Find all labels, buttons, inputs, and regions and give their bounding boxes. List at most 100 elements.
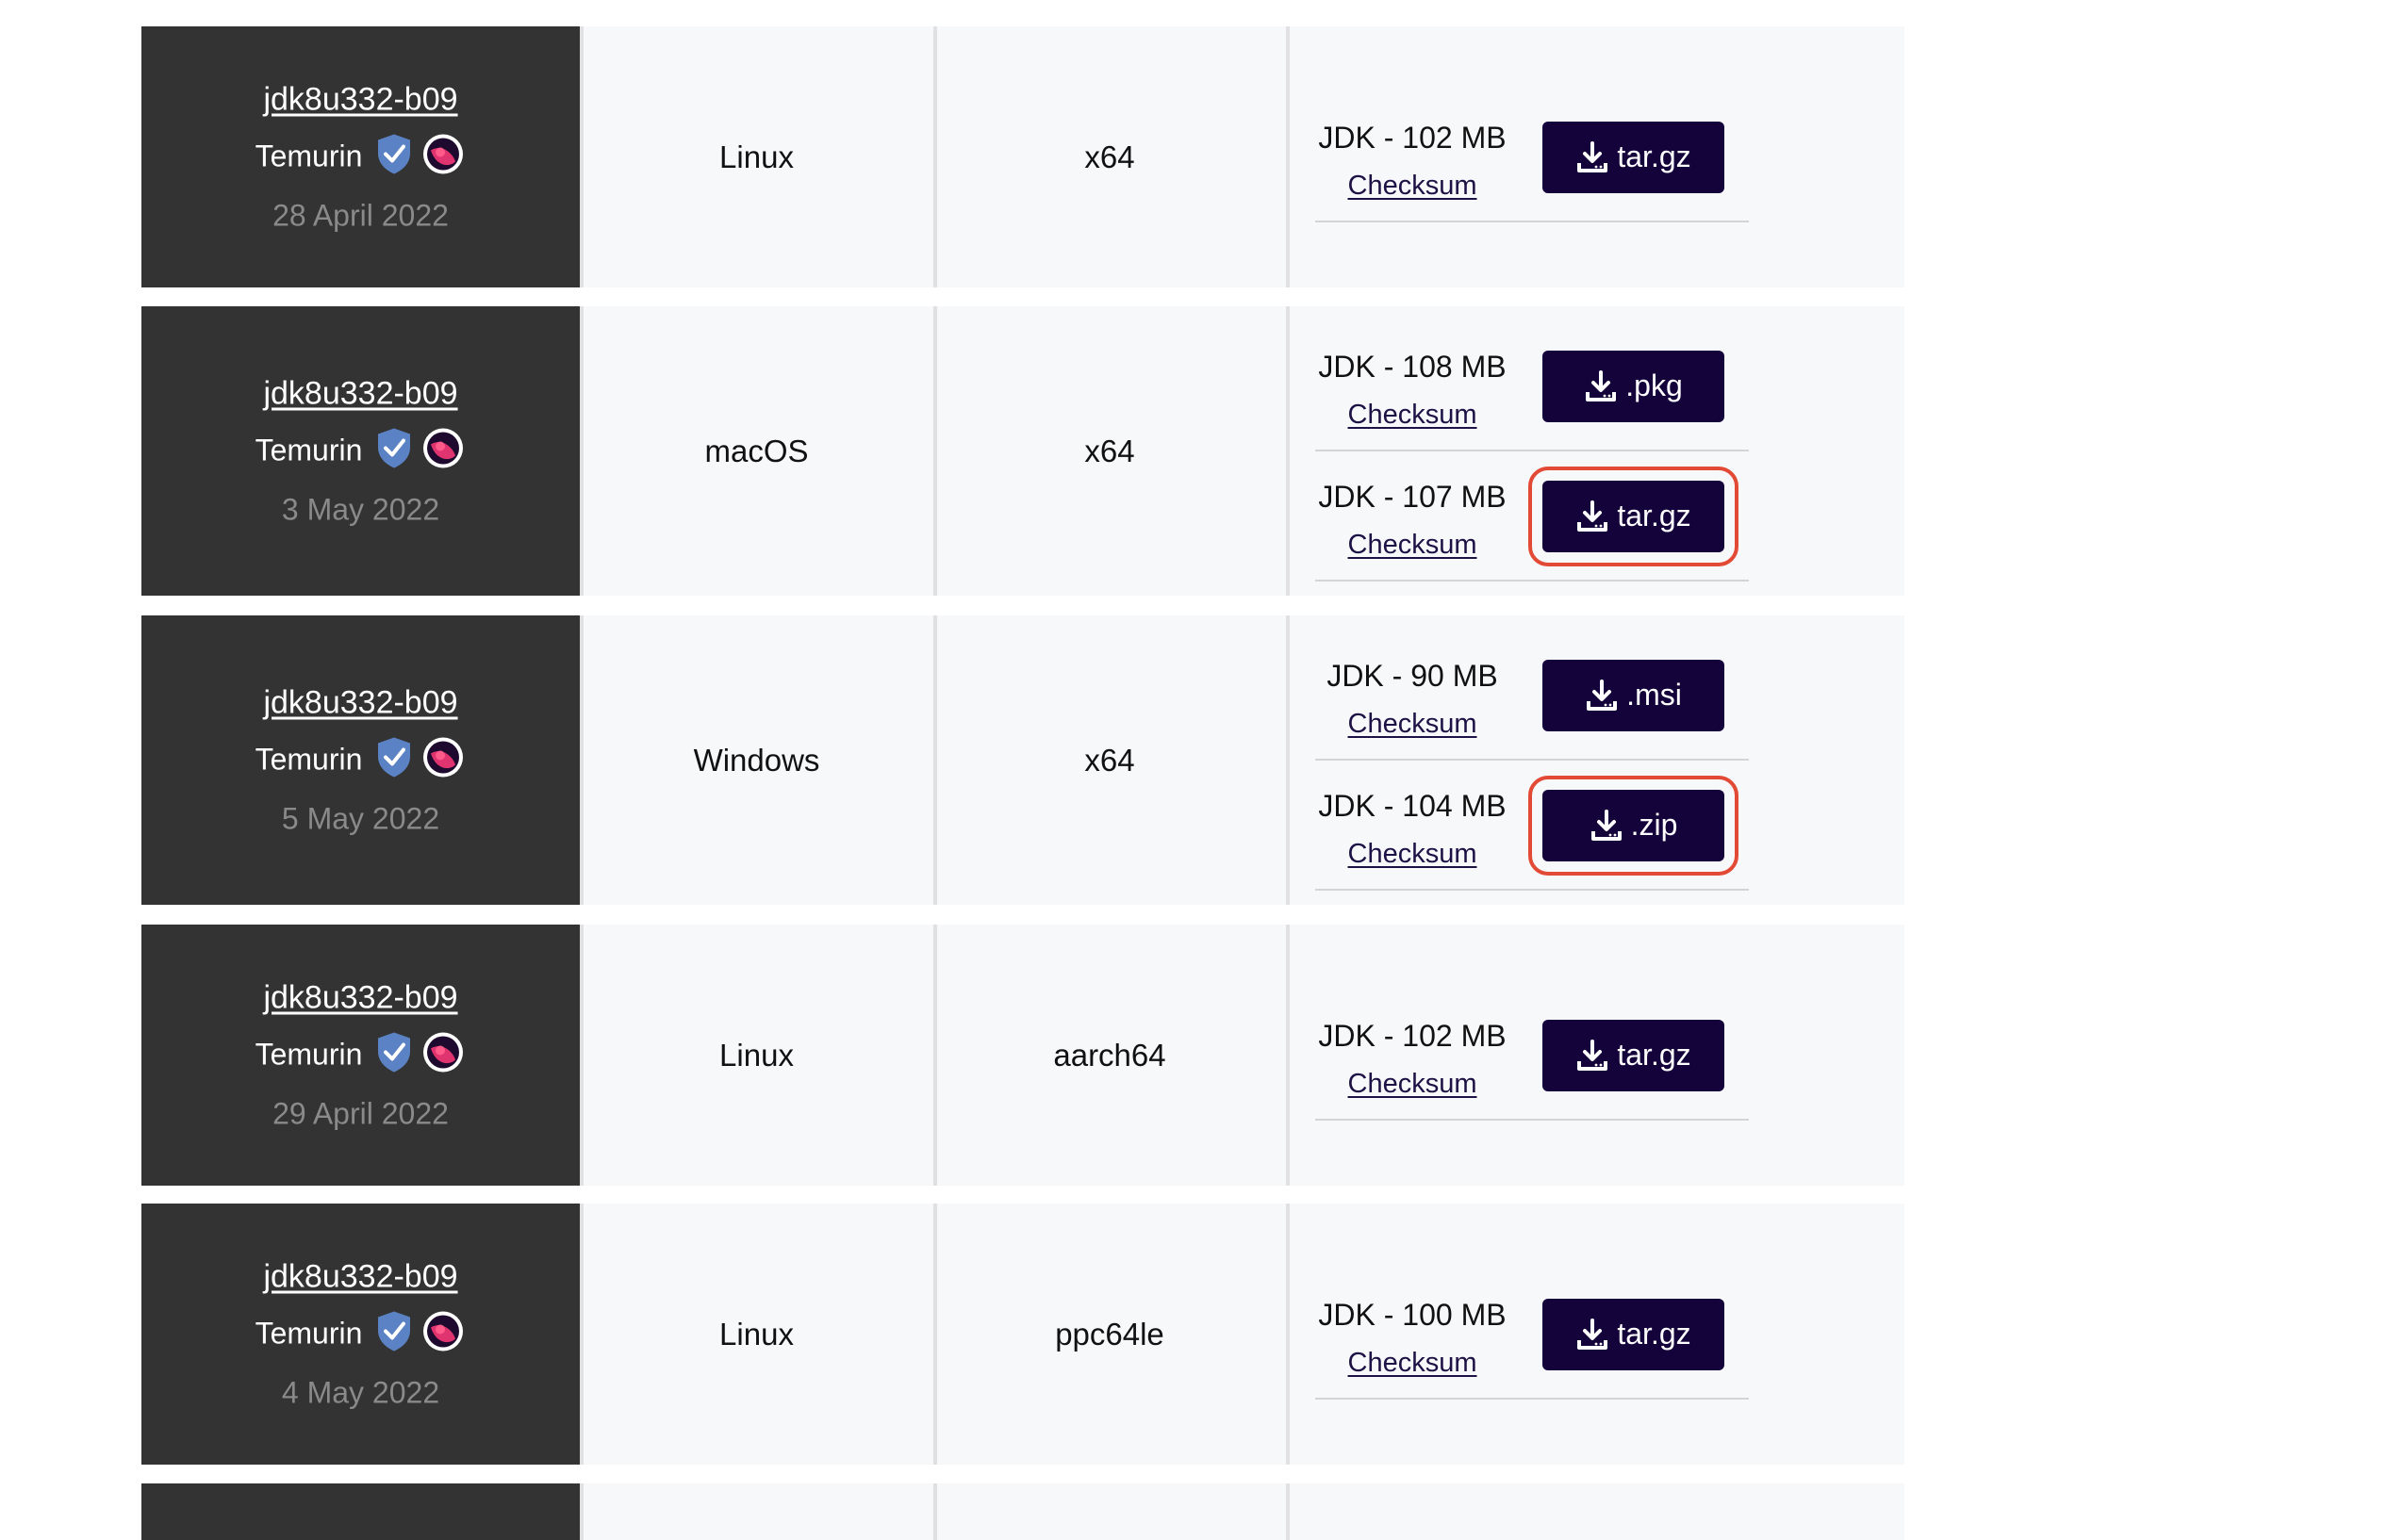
release-link[interactable]: jdk8u332-b09 [263,979,457,1016]
download-button-label: .zip [1630,808,1678,842]
package-divider [1315,1118,1749,1121]
vendor-line: Temurin [255,425,467,475]
download-button[interactable]: tar.gz [1542,1019,1724,1091]
release-date: 4 May 2022 [281,1375,440,1409]
shield-check-icon [375,132,413,180]
download-button[interactable]: tar.gz [1542,1298,1724,1370]
package-divider [1315,888,1749,891]
package-divider [1315,579,1749,582]
package-info: JDK - 107 MB Checksum [1315,451,1509,582]
release-link[interactable]: jdk8u332-b09 [263,81,457,118]
package-size: JDK - 104 MB [1318,788,1507,823]
os-cell: macOS [704,433,809,468]
package-item: JDK - 104 MB Checksum .zip [1296,761,1904,891]
vendor-line: Temurin [255,734,467,784]
download-cell: JDK - 102 MB Checksum tar.gz [1296,26,1904,287]
release-info: jdk8u332-b09 Temurin 3 May 2022 [141,375,580,527]
download-cell: JDK - 108 MB Checksum .pkg JDK - 107 MB Chec… [1296,306,1904,596]
release-info: jdk8u332-b09 Temurin 4 May 2022 [141,1258,580,1410]
release-cell: jdk8u332-b09 Temurin 4 May 2022 [141,1204,580,1465]
package-list: JDK - 90 MB Checksum .msi JDK - 104 MB Check… [1296,631,1904,891]
temurin-logo-icon [420,131,466,181]
temurin-logo-icon [420,1308,466,1358]
package-item: JDK - 102 MB Checksum tar.gz [1296,991,1904,1121]
table-row: jdk8u332-b09 Temurin 29 April 2022 Linux aar… [141,925,1904,1186]
package-divider [1315,1397,1749,1400]
os-cell: Linux [719,1037,794,1073]
shield-check-icon [375,735,413,783]
package-info: JDK - 102 MB Checksum [1315,991,1509,1121]
package-size: JDK - 100 MB [1318,1297,1507,1332]
package-size: JDK - 102 MB [1318,1018,1507,1053]
download-button-label: tar.gz [1617,1317,1691,1351]
release-info: jdk8u332-b09 Temurin 5 May 2022 [141,684,580,836]
download-button[interactable]: tar.gz [1542,121,1724,193]
release-table: jdk8u332-b09 Temurin 28 April 2022 Linux x64… [0,0,2389,1540]
shield-check-icon [375,1309,413,1357]
download-button[interactable]: .zip [1528,775,1738,876]
download-button-label: tar.gz [1617,1038,1691,1072]
download-icon [1575,140,1609,174]
package-item: JDK - 100 MB Checksum tar.gz [1296,1270,1904,1400]
checksum-link[interactable]: Checksum [1315,839,1509,870]
checksum-link[interactable]: Checksum [1315,1069,1509,1100]
package-list: JDK - 102 MB Checksum tar.gz [1296,991,1904,1121]
column-divider [1286,925,1290,1186]
table-row: jdk8u332-b09 Temurin 28 April 2022 Linux x64… [141,26,1904,287]
release-cell [141,1483,580,1540]
checksum-link[interactable]: Checksum [1315,1348,1509,1379]
os-cell: Linux [719,1316,794,1352]
download-icon [1575,500,1609,533]
package-size: JDK - 102 MB [1318,120,1507,155]
checksum-link[interactable]: Checksum [1315,171,1509,202]
vendor-name: Temurin [255,1037,363,1071]
download-button[interactable]: .pkg [1542,350,1724,422]
vendor-line: Temurin [255,131,467,181]
temurin-logo-icon [420,734,466,784]
arch-cell: aarch64 [1053,1037,1166,1073]
package-size: JDK - 108 MB [1318,349,1507,384]
temurin-logo-icon [420,1029,466,1079]
download-cell: JDK - 90 MB Checksum .msi JDK - 104 MB Check… [1296,615,1904,905]
checksum-link[interactable]: Checksum [1315,530,1509,561]
os-cell: Linux [719,139,794,174]
os-cell: Windows [693,742,820,778]
package-list: JDK - 108 MB Checksum .pkg JDK - 107 MB Chec… [1296,321,1904,582]
column-divider [1286,306,1290,596]
download-icon [1590,809,1623,843]
download-icon [1584,369,1618,403]
package-item: JDK - 102 MB Checksum tar.gz [1296,92,1904,222]
download-button-label: tar.gz [1617,139,1691,173]
arch-cell: x64 [1084,139,1135,174]
package-list: JDK - 100 MB Checksum tar.gz [1296,1270,1904,1400]
checksum-link[interactable]: Checksum [1315,400,1509,431]
package-item: JDK - 90 MB Checksum .msi [1296,631,1904,761]
release-link[interactable]: jdk8u332-b09 [263,684,457,721]
download-button[interactable]: .msi [1542,659,1724,731]
release-link[interactable]: jdk8u332-b09 [263,375,457,412]
download-cell: JDK - 102 MB Checksum tar.gz [1296,925,1904,1186]
column-divider [1286,615,1290,905]
release-date: 5 May 2022 [281,801,440,835]
checksum-link[interactable]: Checksum [1315,709,1509,740]
table-row: jdk8u332-b09 Temurin 5 May 2022 Windows x64 J… [141,615,1904,905]
vendor-name: Temurin [255,742,363,776]
release-cell: jdk8u332-b09 Temurin 5 May 2022 [141,615,580,905]
release-date: 29 April 2022 [272,1096,449,1130]
release-cell: jdk8u332-b09 Temurin 28 April 2022 [141,26,580,287]
arch-cell: x64 [1084,433,1135,468]
download-icon [1575,1039,1609,1073]
column-divider [1286,1483,1290,1540]
shield-check-icon [375,1030,413,1078]
arch-cell: x64 [1084,742,1135,778]
vendor-line: Temurin [255,1308,467,1358]
package-divider [1315,220,1749,222]
vendor-line: Temurin [255,1029,467,1079]
download-cell: JDK - 100 MB Checksum tar.gz [1296,1204,1904,1465]
download-button-label: tar.gz [1617,499,1691,532]
release-date: 3 May 2022 [281,492,440,526]
download-button[interactable]: tar.gz [1528,466,1738,566]
release-link[interactable]: jdk8u332-b09 [263,1258,457,1295]
vendor-name: Temurin [255,1316,363,1350]
package-size: JDK - 90 MB [1326,658,1498,693]
